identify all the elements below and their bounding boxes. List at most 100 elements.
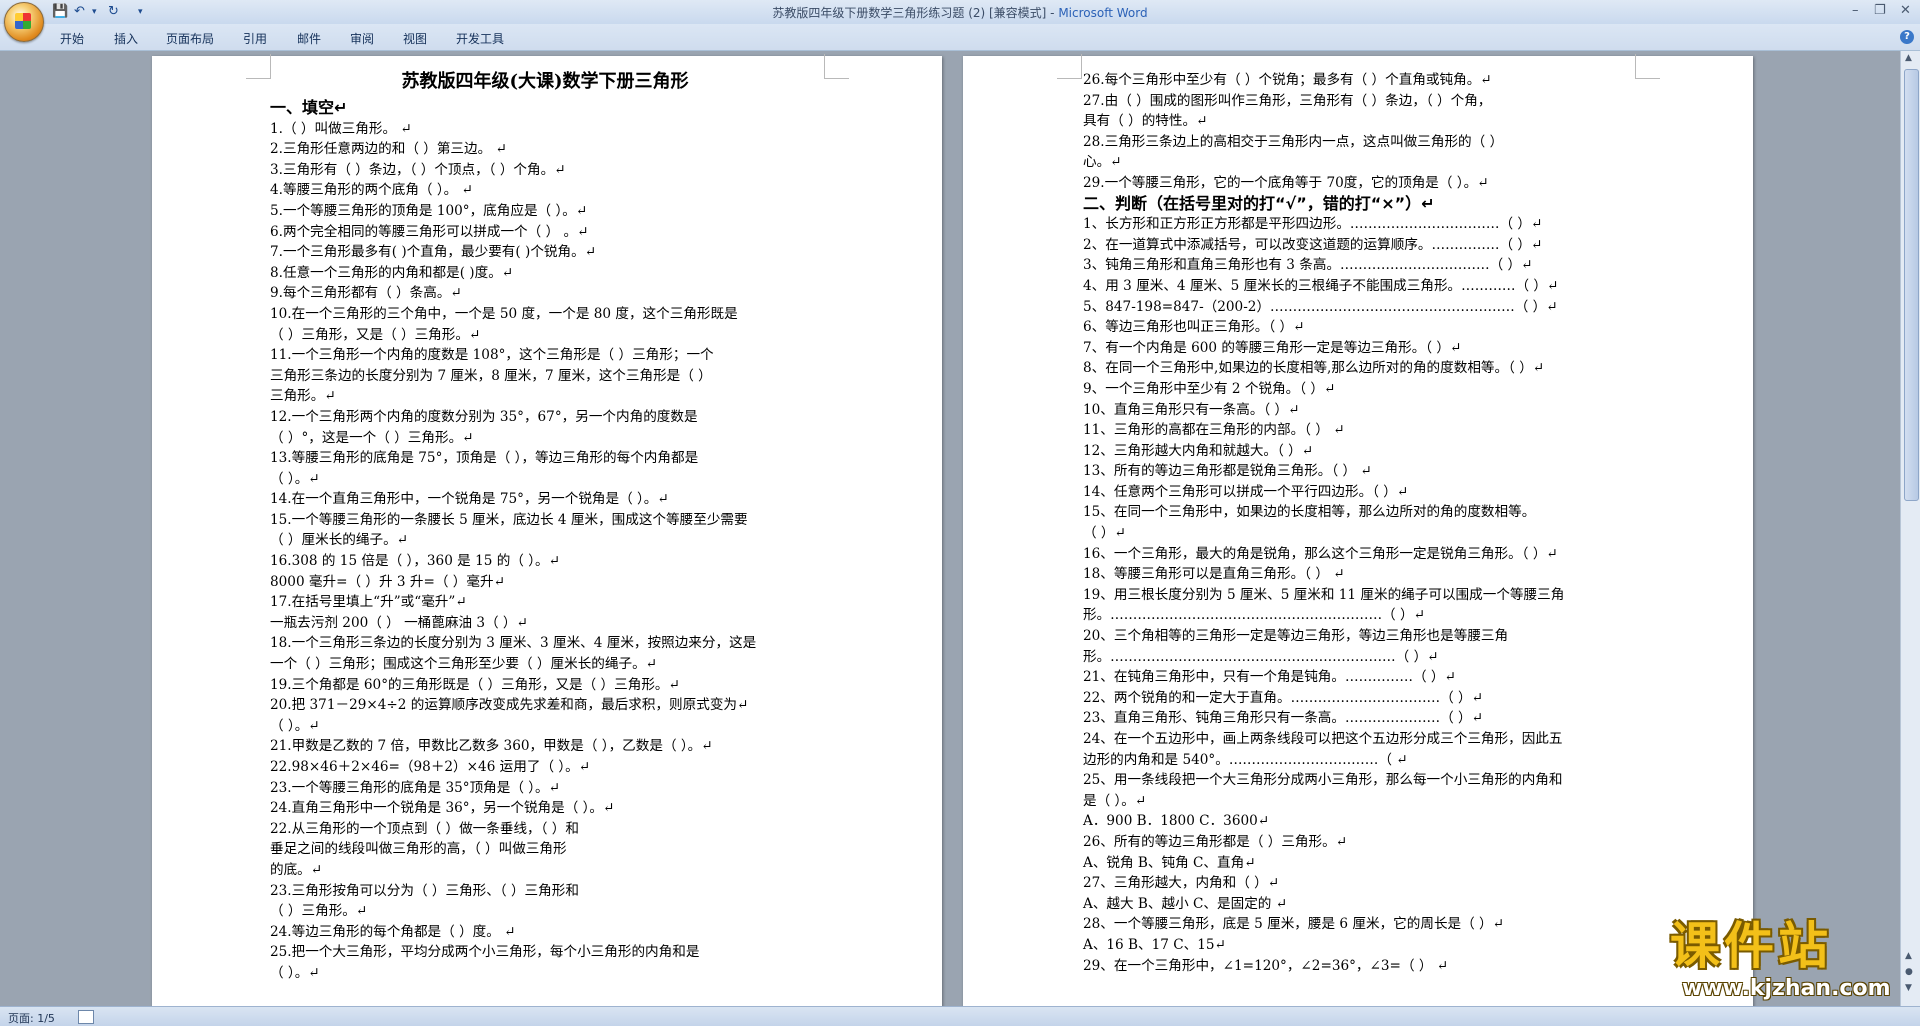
text-line: 20.把 371－29×4÷2 的运算顺序改变成先求差和商，最后求积，则原式变为…: [270, 697, 749, 714]
text-line: 28.三角形三条边上的高相交于三角形内一点，这点叫做三角形的（ ）: [1083, 133, 1504, 150]
text-line: 11.一个三角形一个内角的度数是 108°，这个三角形是（ ）三角形；一个: [270, 347, 714, 364]
tab-insert[interactable]: 插入: [114, 30, 138, 47]
text-line: 2、在一道算式中添减括号，可以改变这道题的运算顺序。……………（ ）↵: [1083, 236, 1543, 253]
text-line: （ ）°，这是一个（ ）三角形。↵: [270, 429, 474, 446]
text-line: 3、钝角三角形和直角三角形也有 3 条高。……………………………（ ）↵: [1083, 257, 1533, 274]
text-line: 24.直角三角形中一个锐角是 36°，另一个锐角是（ ）。↵: [270, 800, 615, 817]
page-2-text[interactable]: 26.每个三角形中至少有（ ）个锐角；最多有（ ）个直角或钝角。↵ 27.由（ ）…: [1083, 70, 1643, 976]
text-line: 15.一个等腰三角形的一条腰长 5 厘米，底边长 4 厘米，围成这个等腰至少需要: [270, 511, 748, 528]
text-line: 14、任意两个三角形可以拼成一个平行四边形。（ ）↵: [1083, 483, 1409, 500]
text-line: 13、所有的等边三角形都是锐角三角形。（ ） ↵: [1083, 463, 1372, 480]
tab-page-layout[interactable]: 页面布局: [166, 30, 214, 47]
text-line: 1、长方形和正方形正方形都是平形四边形。……………………………（ ）↵: [1083, 216, 1543, 233]
office-button[interactable]: [4, 2, 44, 42]
text-line: 25.把一个大三角形，平均分成两个小三角形，每个小三角形的内角和是: [270, 944, 700, 961]
text-line: 23、直角三角形、钝角三角形只有一条高。…………………（ ）↵: [1083, 710, 1484, 727]
text-line: 是（ ）。↵: [1083, 792, 1147, 809]
text-line: 形。……………………………………………………（ ）↵: [1083, 607, 1425, 624]
text-line: 19.三个角都是 60°的三角形既是（ ）三角形，又是（ ）三角形。↵: [270, 676, 680, 693]
window-title: 苏教版四年级下册数学三角形练习题 (2) [兼容模式] - Microsoft …: [0, 4, 1920, 21]
text-line: 一个（ ）三角形；围成这个三角形至少要（ ）厘米长的绳子。↵: [270, 656, 658, 673]
text-line: 11、三角形的高都在三角形的内部。（ ） ↵: [1083, 422, 1345, 439]
text-line: 2.三角形任意两边的和（ ）第三边。 ↵: [270, 141, 507, 158]
scroll-thumb[interactable]: [1904, 69, 1919, 501]
text-line: （ ）。↵: [270, 964, 320, 981]
text-line: 24.等边三角形的每个角都是（ ）度。 ↵: [270, 923, 516, 940]
text-line: 12、三角形越大内角和就越大。（ ）↵: [1083, 442, 1314, 459]
text-line: 的底。↵: [270, 861, 323, 878]
document-title: 苏教版四年级(大课)数学下册三角形: [401, 71, 689, 92]
tab-review[interactable]: 审阅: [350, 30, 374, 47]
margin-corner-mark: [1057, 54, 1082, 79]
tab-home[interactable]: 开始: [60, 30, 84, 47]
text-line: 19、用三根长度分别为 5 厘米、5 厘米和 11 厘米的绳子可以围成一个等腰三…: [1083, 586, 1565, 603]
maximize-button[interactable]: ❐: [1874, 3, 1886, 18]
section-heading-fill-blank: 一、填空↵: [270, 98, 348, 117]
text-line: 1.（ ）叫做三角形。 ↵: [270, 120, 412, 137]
proofing-icon[interactable]: [78, 1010, 94, 1024]
ribbon-tabs: 开始 插入 页面布局 引用 邮件 审阅 视图 开发工具 ?: [0, 24, 1920, 51]
page-count[interactable]: 页面: 1/5: [8, 1010, 55, 1026]
section-heading-judgement: 二、判断（在括号里对的打“√”，错的打“×”）↵: [1083, 193, 1435, 213]
page-1-text[interactable]: 苏教版四年级(大课)数学下册三角形 一、填空↵ 1.（ ）叫做三角形。 ↵ 2.三…: [270, 68, 820, 984]
tab-mailings[interactable]: 邮件: [297, 30, 321, 47]
text-line: 7、有一个内角是 600 的等腰三角形一定是等边三角形。（ ）↵: [1083, 339, 1462, 356]
scroll-up-icon[interactable]: ▲: [1905, 53, 1912, 63]
text-line: 10.在一个三角形的三个角中，一个是 50 度，一个是 80 度，这个三角形既是: [270, 305, 738, 322]
tab-developer[interactable]: 开发工具: [456, 30, 504, 47]
text-line: 一瓶去污剂 200（ ） 一桶蓖麻油 3（ ）↵: [270, 614, 528, 631]
vertical-scrollbar[interactable]: ▲ ▲ ● ▼: [1900, 51, 1920, 1006]
text-line: 8000 毫升=（ ）升 3 升=（ ）毫升↵: [270, 573, 505, 590]
margin-corner-mark: [824, 54, 849, 79]
document-page-1[interactable]: 苏教版四年级(大课)数学下册三角形 一、填空↵ 1.（ ）叫做三角形。 ↵ 2.三…: [152, 54, 942, 1006]
help-icon[interactable]: ?: [1900, 30, 1914, 44]
text-line: 6.两个完全相同的等腰三角形可以拼成一个（ ） 。↵: [270, 223, 589, 240]
text-line: 9、一个三角形中至少有 2 个锐角。（ ）↵: [1083, 380, 1336, 397]
text-line: 边形的内角和是 540°。……………………………（ ↵: [1083, 751, 1408, 768]
text-line: 4、用 3 厘米、4 厘米、5 厘米长的三根绳子不能围成三角形。…………（ ）↵: [1083, 277, 1559, 294]
text-line: 具有（ ）的特性。↵: [1083, 113, 1208, 130]
close-button[interactable]: ✕: [1900, 3, 1911, 18]
watermark-text: 课件站: [1670, 917, 1832, 975]
text-line: 26、所有的等边三角形都是（ ）三角形。↵: [1083, 833, 1348, 850]
text-line: 10、直角三角形只有一条高。（ ）↵: [1083, 401, 1300, 418]
text-line: 23.三角形按角可以分为（ ）三角形、（ ）三角形和: [270, 882, 579, 899]
kjzhan-watermark-logo: 课件站 www.kjzhan.com: [1662, 918, 1920, 1008]
text-line: 25、用一条线段把一个大三角形分成两小三角形，那么每一个小三角形的内角和: [1083, 772, 1563, 789]
document-page-2[interactable]: 26.每个三角形中至少有（ ）个锐角；最多有（ ）个直角或钝角。↵ 27.由（ ）…: [963, 54, 1753, 1006]
document-workspace[interactable]: 苏教版四年级(大课)数学下册三角形 一、填空↵ 1.（ ）叫做三角形。 ↵ 2.三…: [0, 51, 1900, 1006]
text-line: （ ）。↵: [270, 470, 320, 487]
text-line: A、16 B、17 C、15↵: [1083, 936, 1226, 953]
text-line: 5.一个等腰三角形的顶角是 100°，底角应是（ ）。↵: [270, 202, 588, 219]
text-line: 5、847-198=847-（200-2）………………………………………………（…: [1083, 298, 1558, 315]
text-line: 28、一个等腰三角形，底是 5 厘米，腰是 6 厘米，它的周长是（ ）↵: [1083, 916, 1505, 933]
minimize-button[interactable]: –: [1852, 3, 1859, 18]
tab-view[interactable]: 视图: [403, 30, 427, 47]
text-line: 三角形三条边的长度分别为 7 厘米，8 厘米，7 厘米，这个三角形是（ ）: [270, 367, 712, 384]
text-line: 26.每个三角形中至少有（ ）个锐角；最多有（ ）个直角或钝角。↵: [1083, 72, 1492, 88]
text-line: 15、在同一个三角形中，如果边的长度相等，那么边所对的角的度数相等。: [1083, 504, 1536, 521]
text-line: 21、在钝角三角形中，只有一个角是钝角。……………（ ）↵: [1083, 669, 1456, 686]
text-line: 23.一个等腰三角形的底角是 35°顶角是（ ）。↵: [270, 779, 561, 796]
tab-references[interactable]: 引用: [243, 30, 267, 47]
text-line: 7.一个三角形最多有( )个直角，最少要有( )个锐角。↵: [270, 244, 597, 261]
text-line: 24、在一个五边形中，画上两条线段可以把这个五边形分成三个三角形，因此五: [1083, 731, 1563, 747]
text-line: 13.等腰三角形的底角是 75°，顶角是（ ），等边三角形的每个内角都是: [270, 450, 699, 467]
title-bar: 💾 ↶ ▾ ↻ ▾ 苏教版四年级下册数学三角形练习题 (2) [兼容模式] - …: [0, 0, 1920, 24]
text-line: A、锐角 B、钝角 C、直角↵: [1083, 854, 1256, 871]
text-line: 29.一个等腰三角形，它的一个底角等于 70度，它的顶角是（ ）。↵: [1083, 174, 1489, 191]
app-name: Microsoft Word: [1058, 6, 1148, 20]
text-line: 17.在括号里填上“升”或“毫升”↵: [270, 594, 467, 611]
text-line: （ ）三角形。↵: [270, 903, 368, 920]
text-line: 形。………………………………………………………（ ）↵: [1083, 648, 1439, 665]
text-line: 8、在同一个三角形中,如果边的长度相等,那么边所对的角的度数相等。（ ）↵: [1083, 360, 1545, 377]
text-line: （ ）。↵: [270, 717, 320, 734]
text-line: （ ）三角形，又是（ ）三角形。↵: [270, 326, 481, 343]
text-line: （ ）厘米长的绳子。↵: [270, 532, 409, 549]
text-line: 16、一个三角形，最大的角是锐角，那么这个三角形一定是锐角三角形。（ ）↵: [1083, 545, 1558, 562]
text-line: 18、等腰三角形可以是直角三角形。（ ） ↵: [1083, 566, 1345, 583]
text-line: 9.每个三角形都有（ ）条高。↵: [270, 285, 462, 302]
margin-corner-mark: [246, 54, 271, 79]
text-line: 4.等腰三角形的两个底角（ ）。 ↵: [270, 182, 473, 199]
text-line: 20、三个角相等的三角形一定是等边三角形，等边三角形也是等腰三角: [1083, 628, 1509, 645]
